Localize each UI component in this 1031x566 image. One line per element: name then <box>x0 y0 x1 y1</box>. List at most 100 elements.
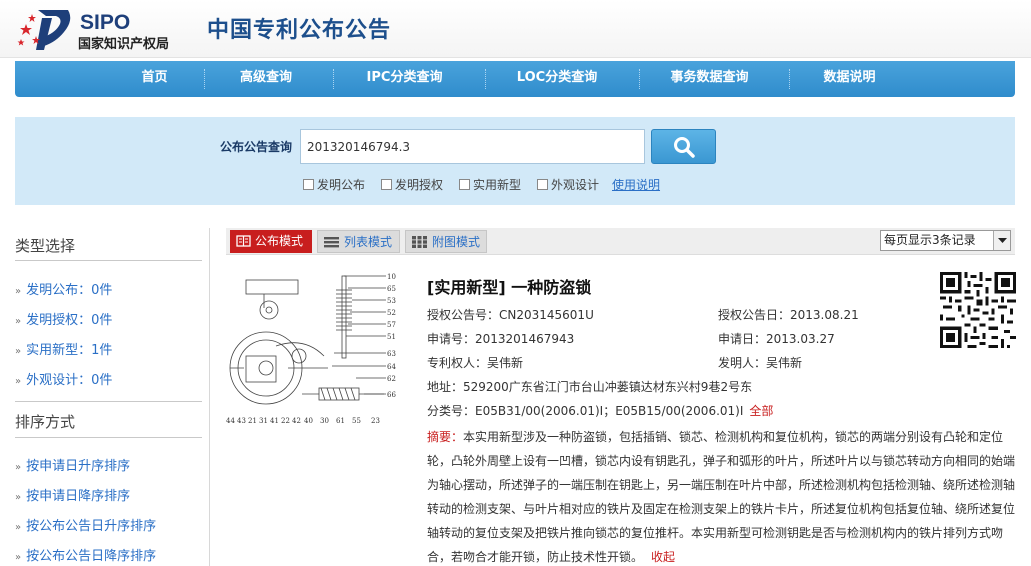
nav-home[interactable]: 首页 <box>127 61 182 97</box>
nav-loc-search[interactable]: LOC分类查询 <box>503 61 611 97</box>
drawing-ref-label: 31 <box>259 417 268 425</box>
classification-number: 分类号：E05B31/00(2006.01)I；E05B15/00(2006.0… <box>427 404 744 418</box>
result-title[interactable]: [实用新型] 一种防盗锁 <box>427 274 591 298</box>
nav-ipc-search[interactable]: IPC分类查询 <box>352 61 457 97</box>
checkbox-invention-publication[interactable]: 发明公布 <box>303 176 365 193</box>
chevron-right-icon: » <box>15 552 22 563</box>
sort-item-label: 按公布公告日升序排序 <box>26 519 157 534</box>
sort-title: 排序方式 <box>15 413 76 431</box>
nav-divider <box>204 69 205 89</box>
sort-item-label: 按申请日降序排序 <box>26 489 131 504</box>
classification-row: 分类号：E05B31/00(2006.01)I；E05B15/00(2006.0… <box>427 402 773 419</box>
divider <box>15 401 202 402</box>
sort-app-date-desc[interactable]: » 按申请日降序排序 <box>15 485 130 504</box>
inventor: 发明人：吴伟新 <box>718 356 803 370</box>
mode-label: 附图模式 <box>432 235 481 249</box>
abstract-text: 本实用新型涉及一种防盗锁，包括插销、锁芯、检测机构和复位机构，锁芯的两端分别设有… <box>427 430 1016 564</box>
checkbox-utility-model[interactable]: 实用新型 <box>459 176 521 193</box>
usage-help-link[interactable]: 使用说明 <box>612 176 660 193</box>
nav-data-description[interactable]: 数据说明 <box>812 61 887 97</box>
book-icon <box>236 235 251 247</box>
drawing-ref-label: 53 <box>387 297 396 305</box>
chevron-right-icon: » <box>15 316 22 327</box>
sipo-logo[interactable]: SIPO 国家知识产权局 <box>16 6 186 52</box>
search-button[interactable] <box>651 129 716 164</box>
type-item-label: 实用新型：1件 <box>26 343 113 358</box>
application-no: 申请号：2013201467943 <box>427 332 575 346</box>
per-page-select[interactable]: 每页显示3条记录 <box>880 230 1011 251</box>
show-all-classification-link[interactable]: 全部 <box>749 404 773 418</box>
chevron-right-icon: » <box>15 346 22 357</box>
drawing-ref-label: 63 <box>387 350 396 358</box>
drawing-ref-label: 64 <box>387 363 396 371</box>
sort-pub-date-desc[interactable]: » 按公布公告日降序排序 <box>15 545 156 564</box>
logo-org-name: 国家知识产权局 <box>78 37 170 52</box>
chevron-right-icon: » <box>15 286 22 297</box>
mode-figure-button[interactable]: 附图模式 <box>405 230 487 253</box>
chevron-right-icon: » <box>15 522 22 533</box>
chevron-right-icon: » <box>15 462 22 473</box>
patentee: 专利权人：吴伟新 <box>427 356 524 370</box>
drawing-ref-label: 57 <box>387 321 396 329</box>
type-item-label: 外观设计：0件 <box>26 373 113 388</box>
search-panel: 公布公告查询 发明公布 发明授权 实用新型 外观设计 使用说明 <box>15 117 1015 205</box>
divider <box>15 437 202 438</box>
checkbox-box <box>303 179 314 190</box>
type-item-design[interactable]: » 外观设计：0件 <box>15 369 112 388</box>
nav-transaction-search[interactable]: 事务数据查询 <box>657 61 762 97</box>
drawing-ref-label: 40 <box>304 417 313 425</box>
type-item-label: 发明授权：0件 <box>26 313 113 328</box>
address: 地址：529200广东省江门市台山冲蒌镇达材东兴村9巷2号东 <box>427 380 753 394</box>
chevron-right-icon: » <box>15 492 22 503</box>
nav-divider <box>333 69 334 89</box>
sort-app-date-asc[interactable]: » 按申请日升序排序 <box>15 455 130 474</box>
list-icon <box>324 237 339 248</box>
drawing-ref-label: 10 <box>387 273 396 281</box>
abstract-label: 摘要： <box>427 430 464 444</box>
drawing-ref-label: 51 <box>387 333 396 341</box>
nav-advanced-search[interactable]: 高级查询 <box>226 61 306 97</box>
drawing-ref-label: 23 <box>371 417 380 425</box>
checkbox-label: 发明授权 <box>395 178 444 192</box>
grant-publication-date: 授权公告日：2013.08.21 <box>718 308 859 322</box>
drawing-ref-label: 21 <box>248 417 257 425</box>
drawing-ref-label: 55 <box>352 417 361 425</box>
drawing-ref-label: 22 <box>281 417 290 425</box>
mode-label: 公布模式 <box>255 234 304 248</box>
sipo-emblem-icon <box>17 10 71 50</box>
grant-publication-no: 授权公告号：CN203145601U <box>427 308 594 322</box>
checkbox-invention-grant[interactable]: 发明授权 <box>381 176 443 193</box>
sidebar-divider <box>209 228 210 566</box>
chevron-down-icon <box>993 231 1010 250</box>
checkbox-box <box>381 179 392 190</box>
mode-announce-button[interactable]: 公布模式 <box>230 230 312 253</box>
type-item-label: 发明公布：0件 <box>26 283 113 298</box>
drawing-ref-label: 44 <box>226 417 235 425</box>
nav-divider <box>485 69 486 89</box>
drawing-ref-label: 30 <box>320 417 329 425</box>
patent-drawing-thumbnail[interactable]: 10 65 53 52 57 51 63 64 62 66 44 43 21 3… <box>224 268 404 428</box>
drawing-ref-label: 42 <box>292 417 301 425</box>
search-icon <box>674 137 695 158</box>
main-nav: 首页 高级查询 IPC分类查询 LOC分类查询 事务数据查询 数据说明 <box>15 61 1015 97</box>
drawing-ref-label: 52 <box>387 309 396 317</box>
drawing-ref-label: 66 <box>387 391 396 399</box>
qr-code-icon <box>940 272 1016 348</box>
nav-divider <box>789 69 790 89</box>
checkbox-label: 实用新型 <box>473 178 522 192</box>
drawing-ref-label: 65 <box>387 285 396 293</box>
checkbox-box <box>537 179 548 190</box>
mode-list-button[interactable]: 列表模式 <box>317 230 400 253</box>
divider <box>15 260 202 261</box>
collapse-link[interactable]: 收起 <box>651 550 675 564</box>
type-item-invention-publication[interactable]: » 发明公布：0件 <box>15 279 112 298</box>
site-title: 中国专利公布公告 <box>207 18 392 43</box>
type-item-invention-grant[interactable]: » 发明授权：0件 <box>15 309 112 328</box>
checkbox-design[interactable]: 外观设计 <box>537 176 599 193</box>
sort-pub-date-asc[interactable]: » 按公布公告日升序排序 <box>15 515 156 534</box>
type-item-utility-model[interactable]: » 实用新型：1件 <box>15 339 112 358</box>
logo-wordmark: SIPO <box>80 11 131 34</box>
chevron-right-icon: » <box>15 376 22 387</box>
mode-label: 列表模式 <box>344 235 393 249</box>
search-input[interactable] <box>300 129 645 164</box>
